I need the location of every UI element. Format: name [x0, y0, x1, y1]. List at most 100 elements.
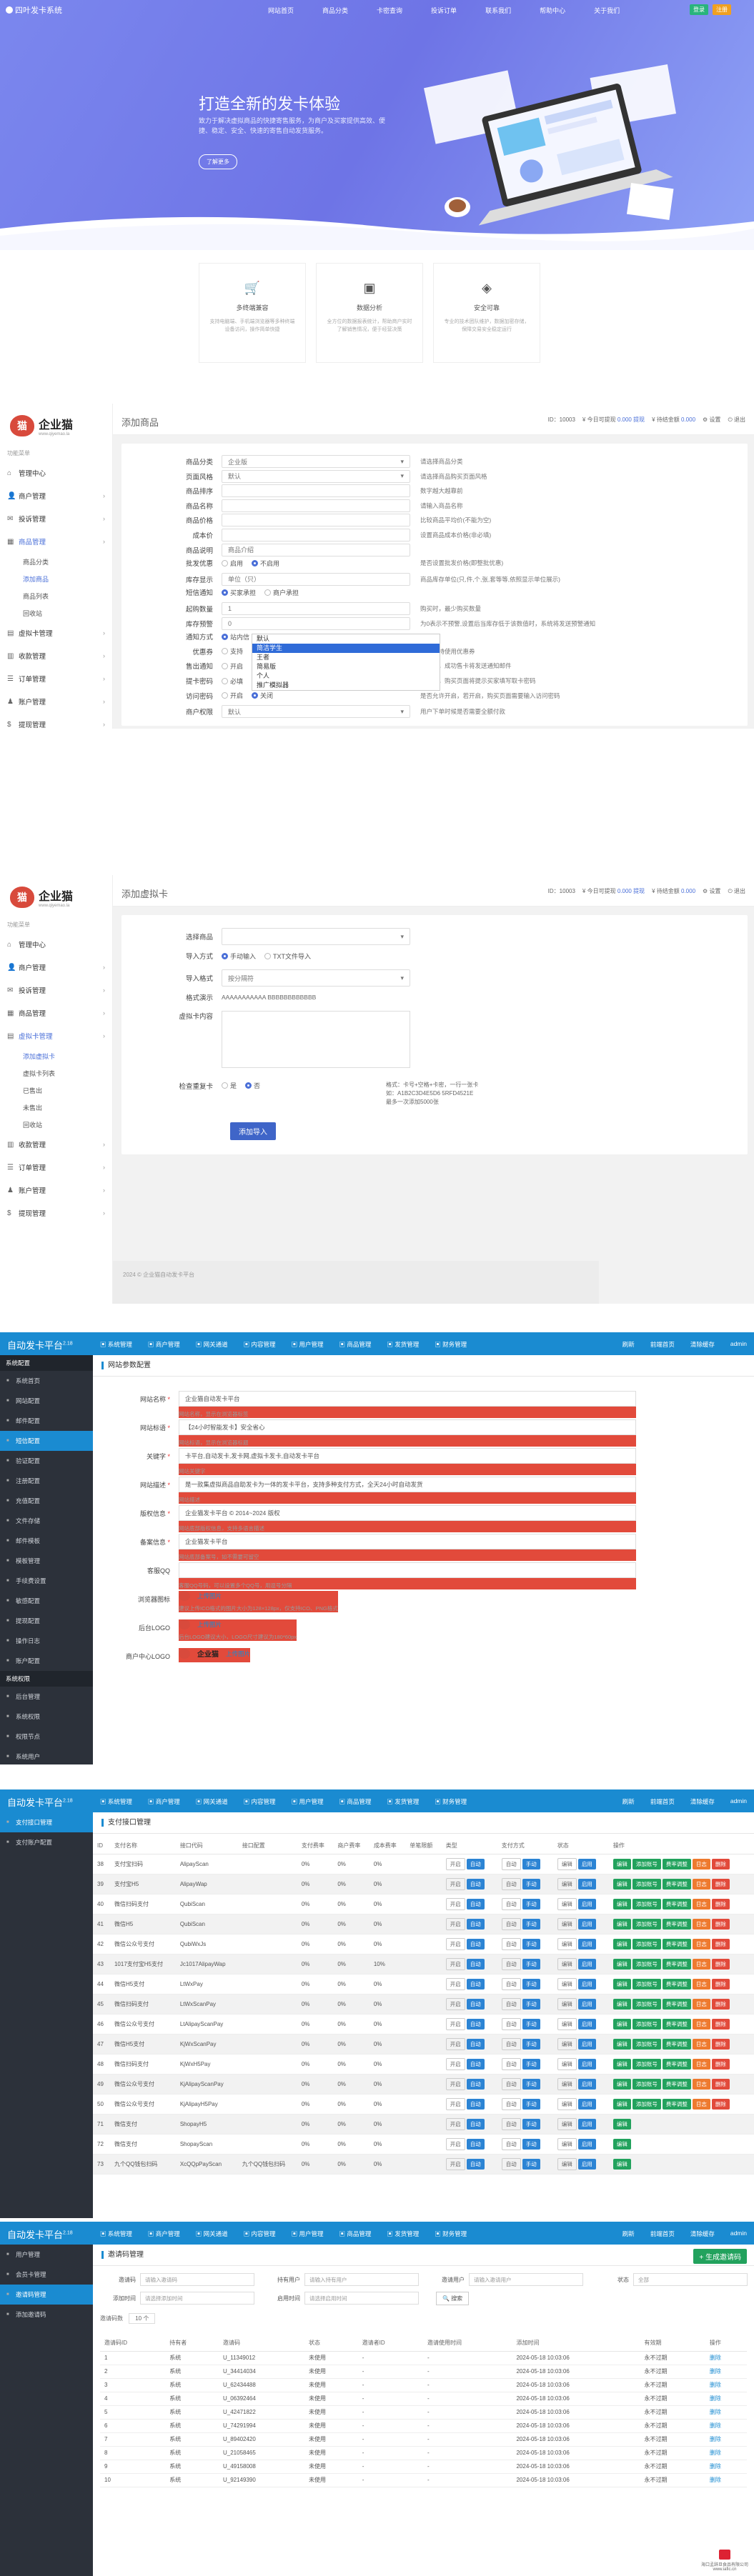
sidebar-item[interactable]: 敏感配置	[0, 1591, 93, 1611]
status-toggle[interactable]: 编辑	[557, 2017, 577, 2030]
dropdown-option[interactable]: 推广模拟器	[252, 681, 440, 690]
filter-input[interactable]: 请输入持有用户	[304, 2273, 419, 2286]
top-right-item[interactable]: 清除缓存	[690, 1797, 715, 1806]
top-menu-item[interactable]: ▣ 商品管理	[339, 1340, 371, 1349]
status-toggle[interactable]: 编辑	[557, 2117, 577, 2130]
top-menu-item[interactable]: ▣ 系统管理	[100, 1797, 132, 1806]
top-menu-item[interactable]: ▣ 用户管理	[292, 2230, 324, 2238]
op-button-2[interactable]: 费率调整	[662, 2098, 691, 2110]
status-toggle[interactable]: 编辑	[557, 2077, 577, 2090]
op-button-3[interactable]: 日志	[692, 1978, 710, 1990]
mode-auto[interactable]: 手动	[522, 1918, 540, 1929]
nav-link-6[interactable]: 关于我们	[594, 6, 620, 15]
mode-auto[interactable]: 手动	[522, 1938, 540, 1950]
op-button-4[interactable]: 删除	[711, 1998, 730, 2010]
mode-manual[interactable]: 自动	[501, 2157, 521, 2170]
field-input[interactable]: 商品介绍	[222, 543, 410, 556]
status-toggle[interactable]: 编辑	[557, 2097, 577, 2110]
delete-link[interactable]: 删除	[705, 2432, 747, 2447]
op-button-0[interactable]: 编辑	[612, 1918, 631, 1929]
op-button-0[interactable]: 编辑	[612, 1878, 631, 1889]
top-menu-item[interactable]: ▣ 商品管理	[339, 2230, 371, 2238]
sidebar-item[interactable]: 后台管理	[0, 1687, 93, 1707]
op-button-1[interactable]: 添加账号	[632, 1978, 661, 1990]
sidebar-item[interactable]: 验证配置	[0, 1451, 93, 1471]
sidebar-item[interactable]: 👤 商户管理 ›	[0, 956, 112, 979]
op-button-4[interactable]: 删除	[711, 2058, 730, 2070]
mode-auto[interactable]: 手动	[522, 1998, 540, 2010]
status-enabled[interactable]: 启用	[577, 2038, 596, 2050]
op-button-3[interactable]: 日志	[692, 2098, 710, 2110]
top-menu-item[interactable]: ▣ 商品管理	[339, 1797, 371, 1806]
op-button-4[interactable]: 删除	[711, 1958, 730, 1970]
type-flag[interactable]: 自动	[466, 1878, 485, 1889]
status-toggle[interactable]: 编辑	[557, 1957, 577, 1970]
op-button-1[interactable]: 添加账号	[632, 1918, 661, 1929]
status-enabled[interactable]: 启用	[577, 1938, 596, 1950]
op-button-1[interactable]: 添加账号	[632, 1898, 661, 1909]
type-flag[interactable]: 自动	[466, 2018, 485, 2030]
mode-auto[interactable]: 手动	[522, 2038, 540, 2050]
top-menu-item[interactable]: ▣ 网关通道	[196, 1797, 228, 1806]
op-button-0[interactable]: 编辑	[612, 2018, 631, 2030]
upload-image-button[interactable]: 上传图片	[226, 1649, 250, 1658]
dropdown-option[interactable]: 简易版	[252, 662, 440, 672]
type-flag[interactable]: 自动	[466, 2058, 485, 2070]
top-menu-item[interactable]: ▣ 系统管理	[100, 1340, 132, 1349]
delete-link[interactable]: 删除	[705, 2446, 747, 2460]
op-button-0[interactable]: 编辑	[612, 1898, 631, 1909]
op-button-2[interactable]: 费率调整	[662, 2058, 691, 2070]
type-toggle[interactable]: 开启	[445, 1917, 465, 1930]
op-button-1[interactable]: 添加账号	[632, 2078, 661, 2090]
op-button-1[interactable]: 添加账号	[632, 1998, 661, 2010]
type-flag[interactable]: 自动	[466, 2138, 485, 2150]
register-button[interactable]: 注册	[713, 4, 731, 15]
op-button-1[interactable]: 添加账号	[632, 2098, 661, 2110]
nav-link-1[interactable]: 商品分类	[322, 6, 348, 15]
top-right-item[interactable]: 清除缓存	[690, 1340, 715, 1349]
top-menu-item[interactable]: ▣ 用户管理	[292, 1340, 324, 1349]
op-button-3[interactable]: 日志	[692, 2058, 710, 2070]
radio-option[interactable]: 支持	[222, 647, 243, 656]
top-menu-item[interactable]: ▣ 发货管理	[387, 1340, 419, 1349]
status-toggle[interactable]: 编辑	[557, 1997, 577, 2010]
dropdown-option[interactable]: 王者	[252, 653, 440, 662]
op-button-3[interactable]: 日志	[692, 1858, 710, 1869]
mode-manual[interactable]: 自动	[501, 1897, 521, 1910]
sidebar-item[interactable]: 充值配置	[0, 1491, 93, 1511]
format-select[interactable]: 按分隔符 ▾	[222, 969, 410, 987]
op-button-4[interactable]: 删除	[711, 1878, 730, 1889]
mode-auto[interactable]: 手动	[522, 1858, 540, 1869]
sidebar-item[interactable]: 账户配置	[0, 1651, 93, 1671]
sidebar-item[interactable]: ✉ 投诉管理 ›	[0, 979, 112, 1002]
delete-link[interactable]: 删除	[705, 2351, 747, 2365]
goods-select[interactable]: ▾	[222, 928, 410, 945]
op-button-0[interactable]: 编辑	[612, 1958, 631, 1970]
status-toggle[interactable]: 编辑	[557, 2057, 577, 2070]
radio-option[interactable]: 开启	[222, 662, 243, 671]
config-input[interactable]: 企业猫发卡平台	[179, 1534, 636, 1549]
op-button-3[interactable]: 日志	[692, 1998, 710, 2010]
status-enabled[interactable]: 启用	[577, 2158, 596, 2170]
sidebar-item[interactable]: 系统用户	[0, 1747, 93, 1764]
sidebar-item[interactable]: ▥ 收款管理 ›	[0, 1133, 112, 1156]
nav-link-5[interactable]: 帮助中心	[540, 6, 565, 15]
sidebar-item[interactable]: 注册配置	[0, 1471, 93, 1491]
field-input[interactable]: 单位（只）	[222, 572, 410, 586]
type-flag[interactable]: 自动	[466, 1858, 485, 1869]
op-button-0[interactable]: 编辑	[612, 2038, 631, 2050]
top-menu-item[interactable]: ▣ 商户管理	[148, 1340, 180, 1349]
top-menu-item[interactable]: ▣ 发货管理	[387, 1797, 419, 1806]
op-button-0[interactable]: 编辑	[612, 2078, 631, 2090]
sidebar-subitem[interactable]: 商品分类	[0, 553, 112, 570]
op-button-1[interactable]: 添加账号	[632, 1858, 661, 1869]
field-input[interactable]: 默认 ▾	[222, 705, 410, 719]
type-toggle[interactable]: 开启	[445, 2097, 465, 2110]
mode-manual[interactable]: 自动	[501, 2057, 521, 2070]
radio-txt[interactable]: TXT文件导入	[264, 952, 311, 961]
status-enabled[interactable]: 启用	[577, 1878, 596, 1889]
status-enabled[interactable]: 启用	[577, 1858, 596, 1869]
filter-input[interactable]: 请选择启用时间	[304, 2292, 419, 2305]
op-button-0[interactable]: 编辑	[612, 2058, 631, 2070]
radio-option[interactable]: 开启	[222, 691, 243, 700]
